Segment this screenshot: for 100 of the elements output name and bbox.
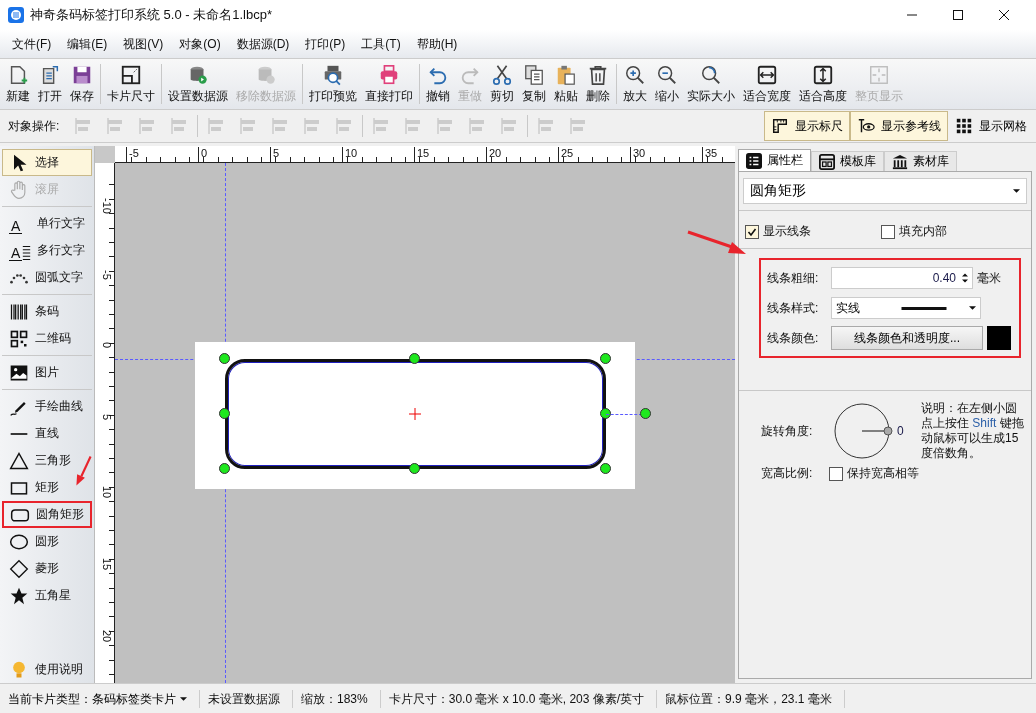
keep-ratio-checkbox[interactable]: 保持宽高相等 — [829, 465, 919, 482]
checkbox[interactable] — [881, 224, 895, 239]
toolbar-button[interactable]: 设置数据源 — [164, 61, 232, 107]
tool-item[interactable]: 条码 — [2, 298, 66, 325]
toolbar-button[interactable]: 打开 — [34, 61, 66, 107]
ruler-label: 25 — [558, 147, 574, 162]
tool-label: 条码 — [35, 303, 59, 320]
tool-item[interactable]: 选择 — [2, 149, 92, 176]
tool-label: 五角星 — [35, 587, 71, 604]
close-icon[interactable] — [998, 9, 1010, 21]
tool-label: 图片 — [35, 364, 59, 381]
toolbar-button[interactable]: 新建 — [2, 61, 34, 107]
resize-handle[interactable] — [409, 463, 420, 474]
toolbar-button[interactable]: 删除 — [582, 61, 614, 107]
toolbar-button[interactable]: 卡片尺寸 — [103, 61, 159, 107]
ruler-label: 15 — [101, 558, 113, 573]
line-color-label: 线条颜色: — [767, 329, 820, 347]
ruler-corner — [95, 146, 115, 163]
rotation-hint: 说明：在左侧小圆点上按住 Shift 键拖动鼠标可以生成15度倍数角。 — [920, 401, 1025, 461]
unit-label: 毫米 — [977, 269, 1001, 287]
building-icon — [892, 153, 908, 170]
resize-handle[interactable] — [600, 463, 611, 474]
shape-dropdown[interactable]: 圆角矩形 — [743, 178, 1027, 204]
tool-label: 滚屏 — [35, 181, 59, 198]
tool-item[interactable]: 手绘曲线 — [2, 393, 90, 420]
tool-item[interactable]: 菱形 — [2, 555, 66, 582]
menu-item[interactable]: 编辑(E) — [59, 35, 116, 53]
fill-checkbox[interactable]: 填充内部 — [881, 223, 947, 240]
tool-item[interactable]: A 单行文字 — [2, 210, 92, 237]
tool-item[interactable]: 圆弧文字 — [2, 264, 90, 291]
toolbar-button[interactable]: 撤销 — [422, 61, 454, 107]
checkbox[interactable] — [829, 466, 843, 481]
center-cross-icon — [409, 408, 421, 420]
line-style-dropdown[interactable]: 实线 — [831, 297, 981, 319]
ruler-label: 15 — [414, 147, 430, 162]
toolbar-button[interactable]: 缩小 — [651, 61, 683, 107]
spinner-icon — [962, 272, 968, 284]
menu-item[interactable]: 对象(O) — [171, 35, 229, 53]
toolbar-button[interactable]: 放大 — [619, 61, 651, 107]
tool-label: 圆弧文字 — [35, 269, 83, 286]
resize-handle[interactable] — [219, 408, 230, 419]
toolbar-button[interactable]: 适合高度 — [795, 61, 851, 107]
trash-icon — [587, 63, 609, 86]
rotation-label: 旋转角度: — [761, 422, 814, 440]
tool-label: 单行文字 — [37, 215, 85, 232]
resize-handle[interactable] — [409, 353, 420, 364]
text-lines-icon — [22, 244, 31, 261]
toggle-button[interactable]: 显示标尺 — [764, 111, 850, 141]
check-icon — [747, 226, 757, 237]
rotate-handle[interactable] — [640, 408, 651, 419]
toggle-button[interactable]: 显示参考线 — [850, 111, 948, 141]
panel-tab[interactable]: 属性栏 — [738, 149, 811, 171]
menu-item[interactable]: 视图(V) — [115, 35, 172, 53]
menu-item[interactable]: 文件(F) — [4, 35, 60, 53]
magnifier-icon — [700, 63, 722, 86]
toolbar-button[interactable]: 直接打印 — [361, 61, 417, 107]
help-button[interactable]: 使用说明 — [2, 656, 90, 683]
line-width-field[interactable]: 0.40 — [831, 267, 973, 289]
full-page-icon — [868, 63, 890, 86]
menu-item[interactable]: 数据源(D) — [228, 35, 298, 53]
toolbar-button[interactable]: 复制 — [518, 61, 550, 107]
tool-label: 圆形 — [35, 533, 59, 550]
menu-item[interactable]: 打印(P) — [297, 35, 354, 53]
menu-item[interactable]: 工具(T) — [353, 35, 409, 53]
tool-item[interactable]: 圆角矩形 — [2, 501, 92, 528]
maximize-icon[interactable] — [952, 9, 964, 21]
tool-item[interactable]: A 多行文字 — [2, 237, 92, 264]
resize-handle[interactable] — [219, 463, 230, 474]
toolbar-button[interactable]: 剪切 — [486, 61, 518, 107]
resize-handle[interactable] — [600, 353, 611, 364]
printer-icon — [378, 63, 400, 86]
toolbar-button[interactable]: 适合宽度 — [739, 61, 795, 107]
ruler-label: 5 — [101, 414, 113, 423]
card-type-dropdown[interactable]: 当前卡片类型：条码标签类卡片 — [0, 689, 200, 708]
tool-item[interactable]: 图片 — [2, 359, 66, 386]
line-icon — [9, 431, 29, 436]
toolbar-button[interactable]: 打印预览 — [305, 61, 361, 107]
panel-tab[interactable]: 素材库 — [884, 151, 957, 171]
rotation-dial[interactable] — [833, 401, 893, 461]
color-swatch[interactable] — [987, 326, 1011, 350]
tool-item[interactable]: 圆形 — [2, 528, 66, 555]
tool-item[interactable]: 三角形 — [2, 447, 78, 474]
tool-item[interactable]: 直线 — [2, 420, 66, 447]
checkbox[interactable] — [745, 224, 759, 239]
resize-handle[interactable] — [219, 353, 230, 364]
toggle-button[interactable]: 显示网格 — [948, 111, 1034, 141]
panel-tab[interactable]: 模板库 — [811, 151, 884, 171]
toolbar-button[interactable]: 实际大小 — [683, 61, 739, 107]
tool-item[interactable]: 二维码 — [2, 325, 78, 352]
ruler-label: 20 — [101, 630, 113, 645]
toolbar-button[interactable]: 粘贴 — [550, 61, 582, 107]
toolbar-button[interactable]: 保存 — [66, 61, 98, 107]
menu-item[interactable]: 帮助(H) — [408, 35, 466, 53]
show-line-checkbox[interactable]: 显示线条 — [745, 223, 811, 240]
line-color-button[interactable]: 线条颜色和透明度... — [831, 326, 983, 350]
resize-handle[interactable] — [600, 408, 611, 419]
tool-item[interactable]: 矩形 — [2, 474, 66, 501]
tool-item[interactable]: 五角星 — [2, 582, 78, 609]
caret-icon — [969, 306, 976, 310]
rounded-rectangle-shape[interactable] — [225, 359, 606, 469]
